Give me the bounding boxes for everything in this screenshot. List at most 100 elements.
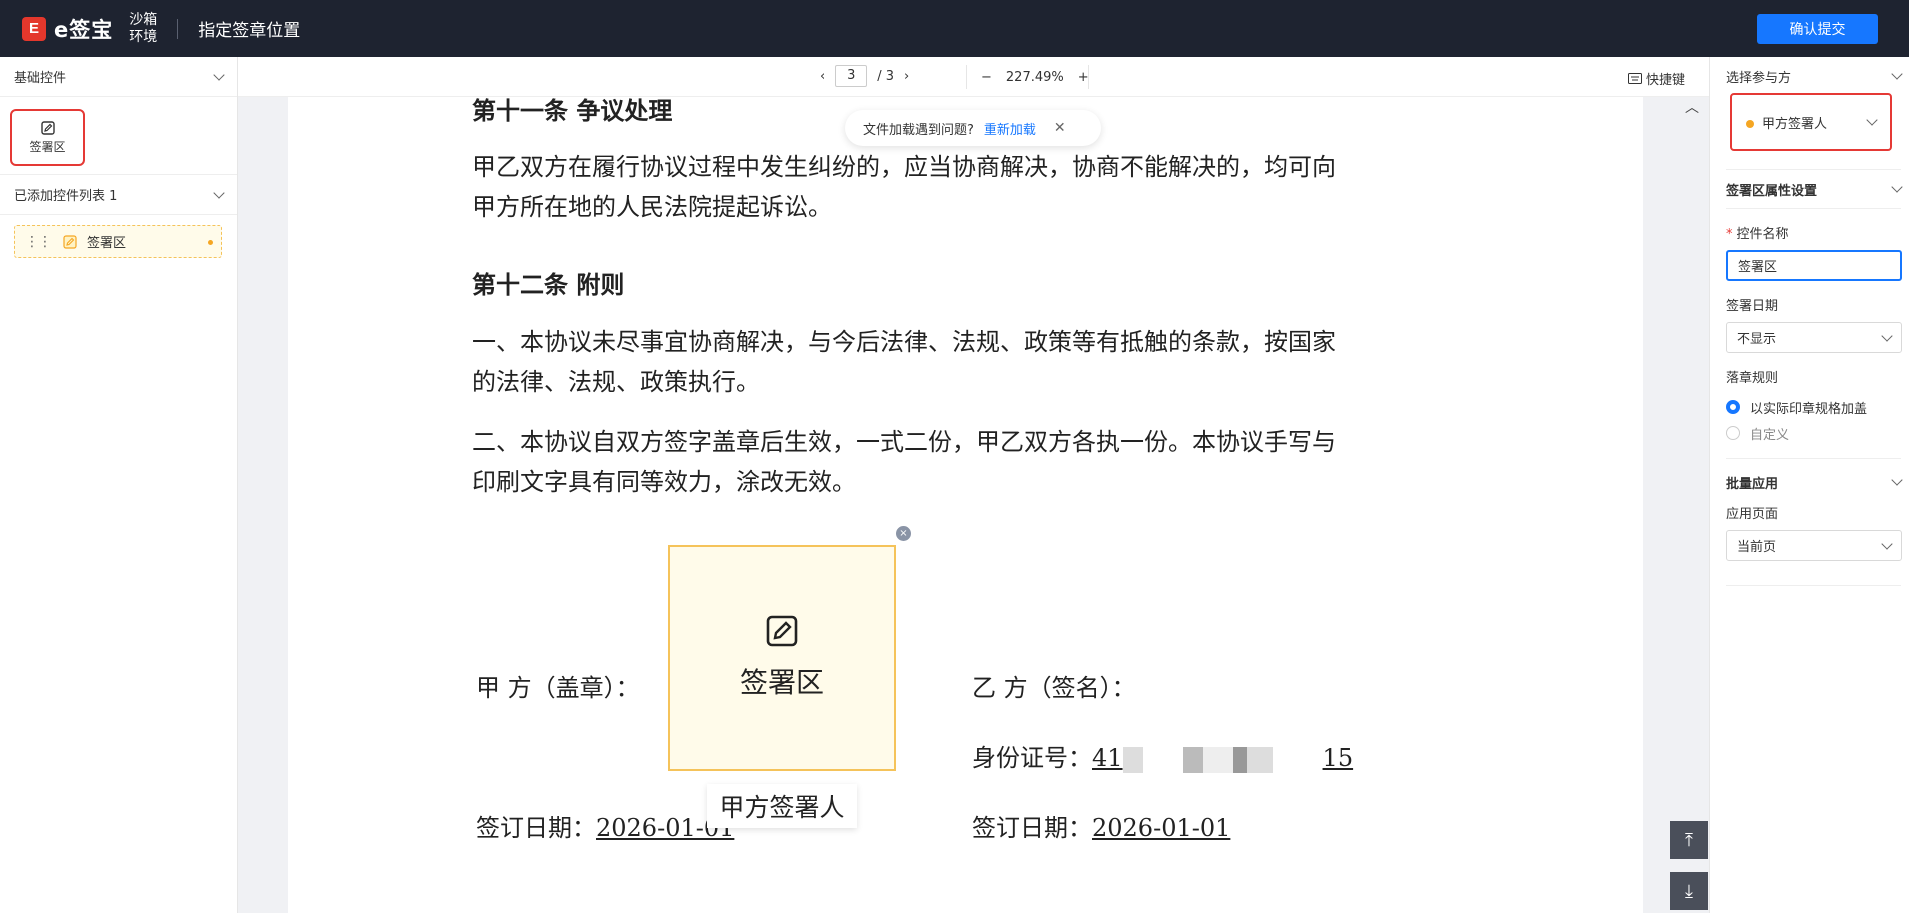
controls-area: 签署区: [0, 97, 237, 175]
zoom-controls: − 227.49% +: [966, 65, 1089, 89]
date-row-a: 签订日期：2026-01-01: [476, 808, 734, 843]
page-number-input[interactable]: 3: [835, 65, 868, 87]
edit-icon: [63, 234, 77, 249]
date-label-a: 签订日期：: [476, 814, 596, 842]
added-controls-label: 已添加控件列表 1: [14, 189, 118, 204]
logo-text: e签宝: [54, 17, 114, 42]
reload-link[interactable]: 重新加载: [984, 119, 1036, 138]
select-party-header[interactable]: 选择参与方: [1710, 57, 1909, 95]
sign-date-value: 不显示: [1737, 332, 1777, 347]
chevron-down-icon: [213, 186, 225, 199]
list-item[interactable]: ⋮⋮ 签署区: [14, 225, 222, 258]
keyboard-icon: [1627, 73, 1642, 84]
signer-select-value-wrap: 甲方签署人: [1746, 113, 1827, 132]
id-number-prefix: 41: [1092, 744, 1123, 772]
apply-pages-value: 当前页: [1737, 540, 1777, 555]
props-label: 签署区属性设置: [1726, 183, 1818, 199]
batch-apply-label: 批量应用: [1726, 476, 1779, 492]
top-bar: E e签宝 沙箱 环境 指定签章位置 确认提交: [0, 0, 1909, 57]
jump-to-bottom-button[interactable]: ⤓: [1670, 872, 1708, 910]
article-11-line-1: 甲乙双方在履行协议过程中发生纠纷的，应当协商解决，协商不能解决的，均可向: [472, 153, 1336, 181]
chevron-down-icon: [1881, 537, 1893, 550]
article-12-b-line-2: 印刷文字具有同等效力，涂改无效。: [472, 468, 856, 496]
signer-dot: [1746, 119, 1754, 128]
article-12-b-line-1: 二、本协议自双方签字盖章后生效，一式二份，甲乙双方各执一份。本协议手写与: [472, 428, 1336, 456]
apply-pages-label: 应用页面: [1726, 507, 1779, 522]
party-b-label: 乙 方（签名）：: [972, 674, 1136, 702]
right-panel: 选择参与方 甲方签署人 签署区属性设置 * 控件名称 签署区 签署日期 不显示 落…: [1709, 57, 1909, 913]
toolbar-divider: [1088, 65, 1089, 89]
date-label-b: 签订日期：: [972, 814, 1092, 842]
signer-tag: 甲方签署人: [707, 784, 857, 828]
signer-select-highlight: 甲方签署人: [1730, 93, 1892, 151]
total-pages: / 3: [877, 68, 894, 84]
article-11-line-2: 甲方所在地的人民法院提起诉讼。: [472, 193, 832, 221]
logo-mark: E: [22, 16, 46, 41]
env-line-1: 沙箱: [129, 11, 158, 28]
basic-controls-header[interactable]: 基础控件: [0, 57, 237, 97]
next-page-button[interactable]: ›: [904, 69, 909, 84]
added-controls-header[interactable]: 已添加控件列表 1: [0, 175, 237, 215]
control-name-input[interactable]: 签署区: [1726, 250, 1902, 281]
divider: [1726, 458, 1901, 459]
redacted-id: [1122, 746, 1323, 773]
rule-option-actual[interactable]: 以实际印章规格加盖: [1726, 394, 1909, 420]
divider: [1726, 585, 1901, 586]
scroll-up-icon[interactable]: ︿: [1685, 97, 1699, 117]
radio-checked-icon[interactable]: [1726, 400, 1740, 414]
signature-area[interactable]: 签署区: [668, 545, 896, 771]
zoom-out-button[interactable]: −: [981, 70, 992, 85]
sign-date-select[interactable]: 不显示: [1726, 322, 1902, 353]
signature-control-label: 签署区: [29, 139, 66, 154]
close-icon[interactable]: ✕: [1054, 120, 1066, 136]
required-mark: *: [1726, 227, 1733, 242]
environment-badge: 沙箱 环境: [129, 12, 159, 46]
divider: [1726, 208, 1901, 209]
signature-control-tile[interactable]: 签署区: [10, 109, 85, 166]
load-error-toast: 文件加载遇到问题? 重新加载 ✕: [845, 110, 1101, 146]
props-header[interactable]: 签署区属性设置: [1710, 170, 1909, 208]
page-title: 指定签章位置: [198, 21, 301, 41]
article-12-a-line-1: 一、本协议未尽事宜协商解决，与今后法律、法规、政策等有抵触的条款，按国家: [472, 328, 1336, 356]
logo: E e签宝: [22, 14, 113, 44]
id-number-row: 身份证号：41 15: [972, 738, 1353, 773]
select-party-label: 选择参与方: [1726, 70, 1792, 86]
list-item-label: 签署区: [87, 236, 127, 251]
document-page: 第十一条 争议处理 甲乙双方在履行协议过程中发生纠纷的，应当协商解决，协商不能解…: [288, 97, 1643, 913]
date-row-b: 签订日期：2026-01-01: [972, 808, 1230, 843]
batch-apply-header[interactable]: 批量应用: [1710, 463, 1909, 501]
basic-controls-label: 基础控件: [14, 71, 67, 86]
rule-option-custom[interactable]: 自定义: [1726, 420, 1909, 446]
control-name-label-text: 控件名称: [1736, 227, 1789, 242]
prev-page-button[interactable]: ‹: [820, 69, 825, 84]
shortcut-label: 快捷键: [1645, 73, 1685, 88]
article-12-a-line-2: 的法律、法规、政策执行。: [472, 368, 760, 396]
id-number-label: 身份证号：: [972, 744, 1092, 772]
article-12-heading: 第十二条 附则: [472, 271, 625, 299]
edit-icon: [766, 615, 798, 647]
apply-pages-select[interactable]: 当前页: [1726, 530, 1902, 561]
drag-handle-icon[interactable]: ⋮⋮: [25, 234, 52, 250]
document-viewer: 第十一条 争议处理 甲乙双方在履行协议过程中发生纠纷的，应当协商解决，协商不能解…: [238, 97, 1709, 913]
jump-to-top-button[interactable]: ⤒: [1670, 821, 1708, 859]
pager: ‹ 3 / 3 ›: [820, 65, 909, 87]
toast-text: 文件加载遇到问题?: [863, 122, 974, 138]
chevron-down-icon: [1891, 68, 1903, 80]
left-panel: 基础控件 签署区 已添加控件列表 1 ⋮⋮ 签署区: [0, 57, 238, 913]
rule-option-actual-label: 以实际印章规格加盖: [1750, 401, 1868, 417]
article-11-heading: 第十一条 争议处理: [472, 97, 673, 125]
status-dot: [208, 240, 213, 245]
signer-select-area: 甲方签署人: [1710, 93, 1909, 169]
sign-date-label: 签署日期: [1726, 299, 1779, 314]
chevron-down-icon: [1891, 181, 1903, 193]
rule-option-custom-label: 自定义: [1750, 427, 1790, 443]
confirm-submit-button[interactable]: 确认提交: [1757, 14, 1878, 44]
radio-unchecked-icon[interactable]: [1726, 426, 1740, 440]
remove-signature-icon[interactable]: ×: [896, 526, 911, 541]
chevron-down-icon: [1881, 329, 1893, 342]
shortcut-button[interactable]: 快捷键: [1627, 69, 1685, 88]
control-name-label: * 控件名称: [1726, 223, 1909, 242]
env-line-2: 环境: [129, 28, 158, 45]
header-divider: [177, 18, 179, 39]
signer-select[interactable]: 甲方签署人: [1740, 108, 1882, 136]
